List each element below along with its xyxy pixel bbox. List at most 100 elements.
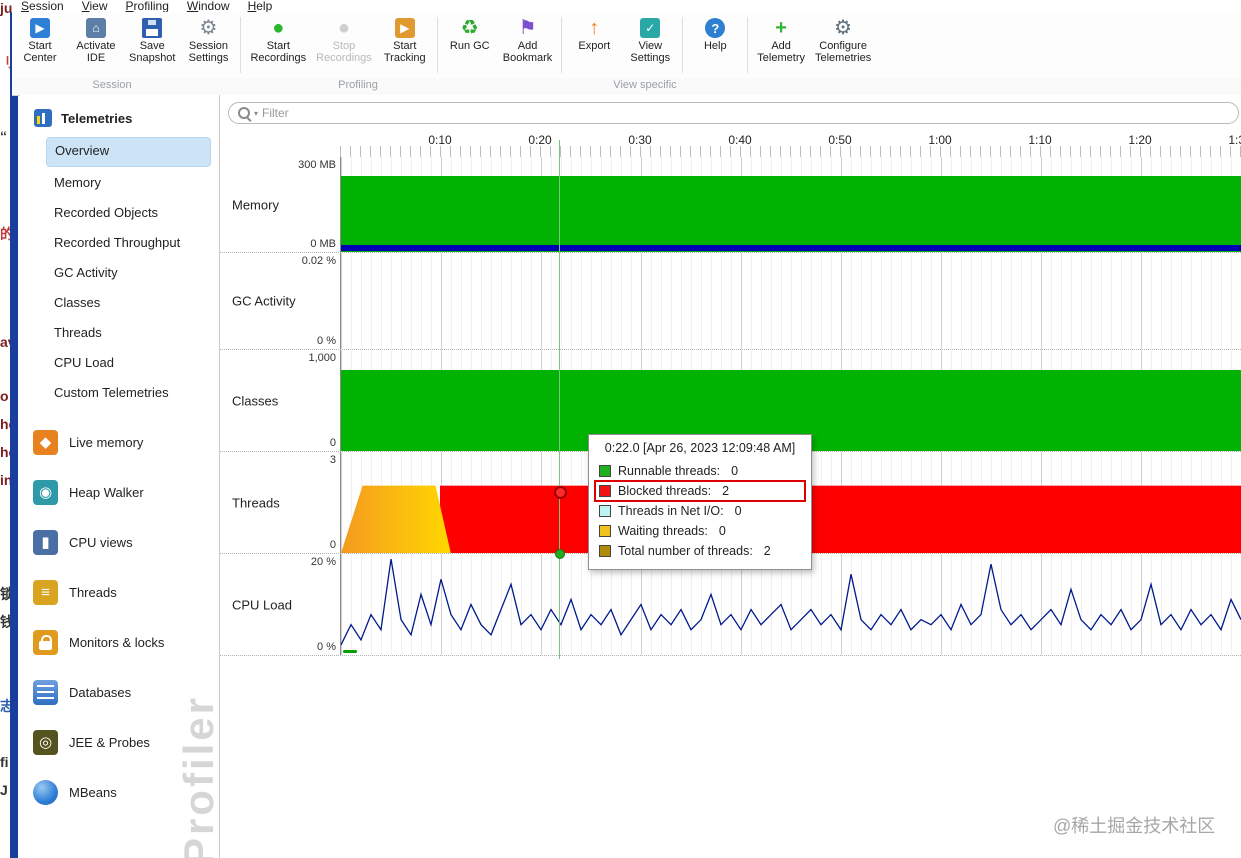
legend-label: Threads in Net I/O: xyxy=(618,504,724,518)
sidebar-item-gc-activity[interactable]: GC Activity xyxy=(46,259,211,287)
cpu-gc-marker xyxy=(343,650,357,653)
ide-icon: ⌂ xyxy=(86,16,106,40)
timeline-label-0-40: 0:40 xyxy=(728,133,752,147)
timeline-ruler[interactable]: 0:10 0:20 0:30 0:40 0:50 1:00 1:10 1:20 1:30 xyxy=(220,131,1241,157)
tooltip-title: 0:22.0 [Apr 26, 2023 12:09:48 AM] xyxy=(604,441,796,455)
save-snapshot-button[interactable]: Save Snapshot xyxy=(125,15,179,65)
record-icon: ● xyxy=(272,17,285,39)
tooltip-entry-blocked-threads: Blocked threads: 2 xyxy=(594,480,806,502)
activate-ide-button[interactable]: ⌂ Activate IDE xyxy=(69,15,123,65)
sidebar-section-cpu-views[interactable]: ▮ CPU views xyxy=(20,517,219,567)
record-icon: ● xyxy=(337,17,350,39)
check-icon: ✓ xyxy=(640,16,661,40)
add-bookmark-button[interactable]: ⚑ Add Bookmark xyxy=(499,15,557,65)
start-tracking-button[interactable]: ▶ Start Tracking xyxy=(378,15,432,65)
memory-used-line xyxy=(341,245,1241,251)
gc-row-name: GC Activity xyxy=(232,293,296,309)
toolbar-group-label-view-specific: View specific xyxy=(613,79,677,91)
sidebar-item-cpu-load[interactable]: CPU Load xyxy=(46,349,211,377)
edge-text-fragment: o xyxy=(0,388,9,404)
threads-min-label: 0 xyxy=(329,539,336,551)
sidebar-header-telemetries[interactable]: Telemetries xyxy=(34,109,219,127)
start-recordings-button[interactable]: ● Start Recordings xyxy=(246,15,310,65)
plus-icon: + xyxy=(775,17,787,39)
timeline-label-1-20: 1:20 xyxy=(1128,133,1152,147)
run-gc-button[interactable]: ♻ Run GC xyxy=(443,15,497,53)
probe-target-icon: ◎ xyxy=(33,729,58,755)
legend-swatch xyxy=(599,505,611,517)
sidebar-section-threads[interactable]: ≡ Threads xyxy=(20,567,219,617)
start-center-button[interactable]: ▶ Start Center xyxy=(13,15,67,65)
legend-label: Total number of threads: xyxy=(618,544,753,558)
sidebar-section-databases[interactable]: Databases xyxy=(20,667,219,717)
lock-icon xyxy=(33,629,58,655)
toolbar-separator xyxy=(240,17,242,73)
export-button[interactable]: ↑ Export xyxy=(567,15,621,53)
toolbar-group-label-profiling: Profiling xyxy=(338,79,378,91)
jprofiler-window: ju刂“的avohehein锁钱志fiJ SessionViewProfilin… xyxy=(0,0,1241,858)
sidebar-section-jee-probes[interactable]: ◎ JEE & Probes xyxy=(20,717,219,767)
gc-max-label: 0.02 % xyxy=(301,255,336,267)
view-section-list: ◆ Live memory ◉ Heap Walker ▮ CPU views ≡ Threa… xyxy=(20,417,219,817)
tooltip-entry-threads-in-net-i-o: Threads in Net I/O: 0 xyxy=(595,501,805,521)
timeline-label-0-50: 0:50 xyxy=(828,133,852,147)
memory-chart[interactable] xyxy=(340,157,1241,252)
export-arrow-icon: ↑ xyxy=(589,17,600,39)
section-label: JEE & Probes xyxy=(69,734,150,750)
floppy-icon xyxy=(142,16,163,40)
tooltip-entry-total-number-of-threads: Total number of threads: 2 xyxy=(595,541,805,561)
timeline-label-0-20: 0:20 xyxy=(528,133,552,147)
tooltip-entry-runnable-threads: Runnable threads: 0 xyxy=(595,461,805,481)
add-telemetry-button[interactable]: + Add Telemetry xyxy=(753,15,809,65)
sidebar-section-mbeans[interactable]: MBeans xyxy=(20,767,219,817)
sidebar-item-recorded-objects[interactable]: Recorded Objects xyxy=(46,199,211,227)
sidebar-section-monitors-locks[interactable]: Monitors & locks xyxy=(20,617,219,667)
sidebar-section-live-memory[interactable]: ◆ Live memory xyxy=(20,417,219,467)
configure-telemetries-button[interactable]: ⚙ Configure Telemetries xyxy=(811,15,875,65)
filter-caret-icon[interactable]: ▾ xyxy=(254,109,258,118)
sidebar-item-memory[interactable]: Memory xyxy=(46,169,211,197)
timeline-label-1-10: 1:10 xyxy=(1028,133,1052,147)
sidebar-item-threads[interactable]: Threads xyxy=(46,319,211,347)
sidebar-item-overview[interactable]: Overview xyxy=(46,137,211,167)
cpu-views-icon: ▮ xyxy=(33,529,58,555)
sidebar-section-heap-walker[interactable]: ◉ Heap Walker xyxy=(20,467,219,517)
telemetry-nav-list: Overview Memory Recorded Objects Recorded T… xyxy=(20,137,219,407)
toolbar: ▶ Start Center ⌂ Activate IDE Save Snapshot ⚙ Ses… xyxy=(12,12,1241,81)
legend-swatch xyxy=(599,525,611,537)
stop-recordings-button[interactable]: ● Stop Recordings xyxy=(312,15,376,65)
gc-min-label: 0 % xyxy=(317,335,336,347)
telemetry-row-gc-activity: 0.02 % GC Activity 0 % xyxy=(220,253,1241,350)
timeline-label-0-30: 0:30 xyxy=(628,133,652,147)
sidebar-item-classes[interactable]: Classes xyxy=(46,289,211,317)
threads-row-name: Threads xyxy=(232,495,280,510)
play-icon: ▶ xyxy=(394,16,415,40)
section-label: Live memory xyxy=(69,434,144,450)
tooltip-legend: Runnable threads: 0 Blocked threads: 2 Threa… xyxy=(594,461,806,561)
toolbar-separator xyxy=(436,17,438,73)
threads-max-label: 3 xyxy=(329,454,336,466)
help-button[interactable]: ? Help xyxy=(688,15,742,53)
threads-tooltip: 0:22.0 [Apr 26, 2023 12:09:48 AM] Runnab… xyxy=(588,434,812,570)
classes-min-label: 0 xyxy=(329,437,336,449)
telemetry-rows: 300 MB Memory 0 MB 0.02 % GC Activity 0 … xyxy=(220,157,1241,656)
classes-row-name: Classes xyxy=(232,393,279,408)
view-settings-button[interactable]: ✓ View Settings xyxy=(623,15,677,65)
edge-text-fragment: “ xyxy=(0,128,7,144)
section-label: MBeans xyxy=(69,784,117,800)
sidebar-item-recorded-throughput[interactable]: Recorded Throughput xyxy=(46,229,211,257)
section-label: Monitors & locks xyxy=(69,634,165,650)
start-center-icon: ▶ xyxy=(30,16,50,40)
section-label: Heap Walker xyxy=(69,484,144,500)
legend-label: Runnable threads: xyxy=(618,464,721,478)
memory-min-label: 0 MB xyxy=(310,238,336,250)
edge-text-fragment: J xyxy=(0,782,8,798)
toolbar-group-label-session: Session xyxy=(92,79,132,91)
gc-activity-chart[interactable] xyxy=(340,253,1241,349)
filter-input[interactable]: ▾ Filter xyxy=(228,102,1239,124)
cpu-max-label: 20 % xyxy=(310,556,336,568)
session-settings-button[interactable]: ⚙ Session Settings xyxy=(181,15,235,65)
mbeans-sphere-icon xyxy=(33,779,58,805)
gear-icon: ⚙ xyxy=(199,17,218,39)
sidebar-item-custom-telemetries[interactable]: Custom Telemetries xyxy=(46,379,211,407)
